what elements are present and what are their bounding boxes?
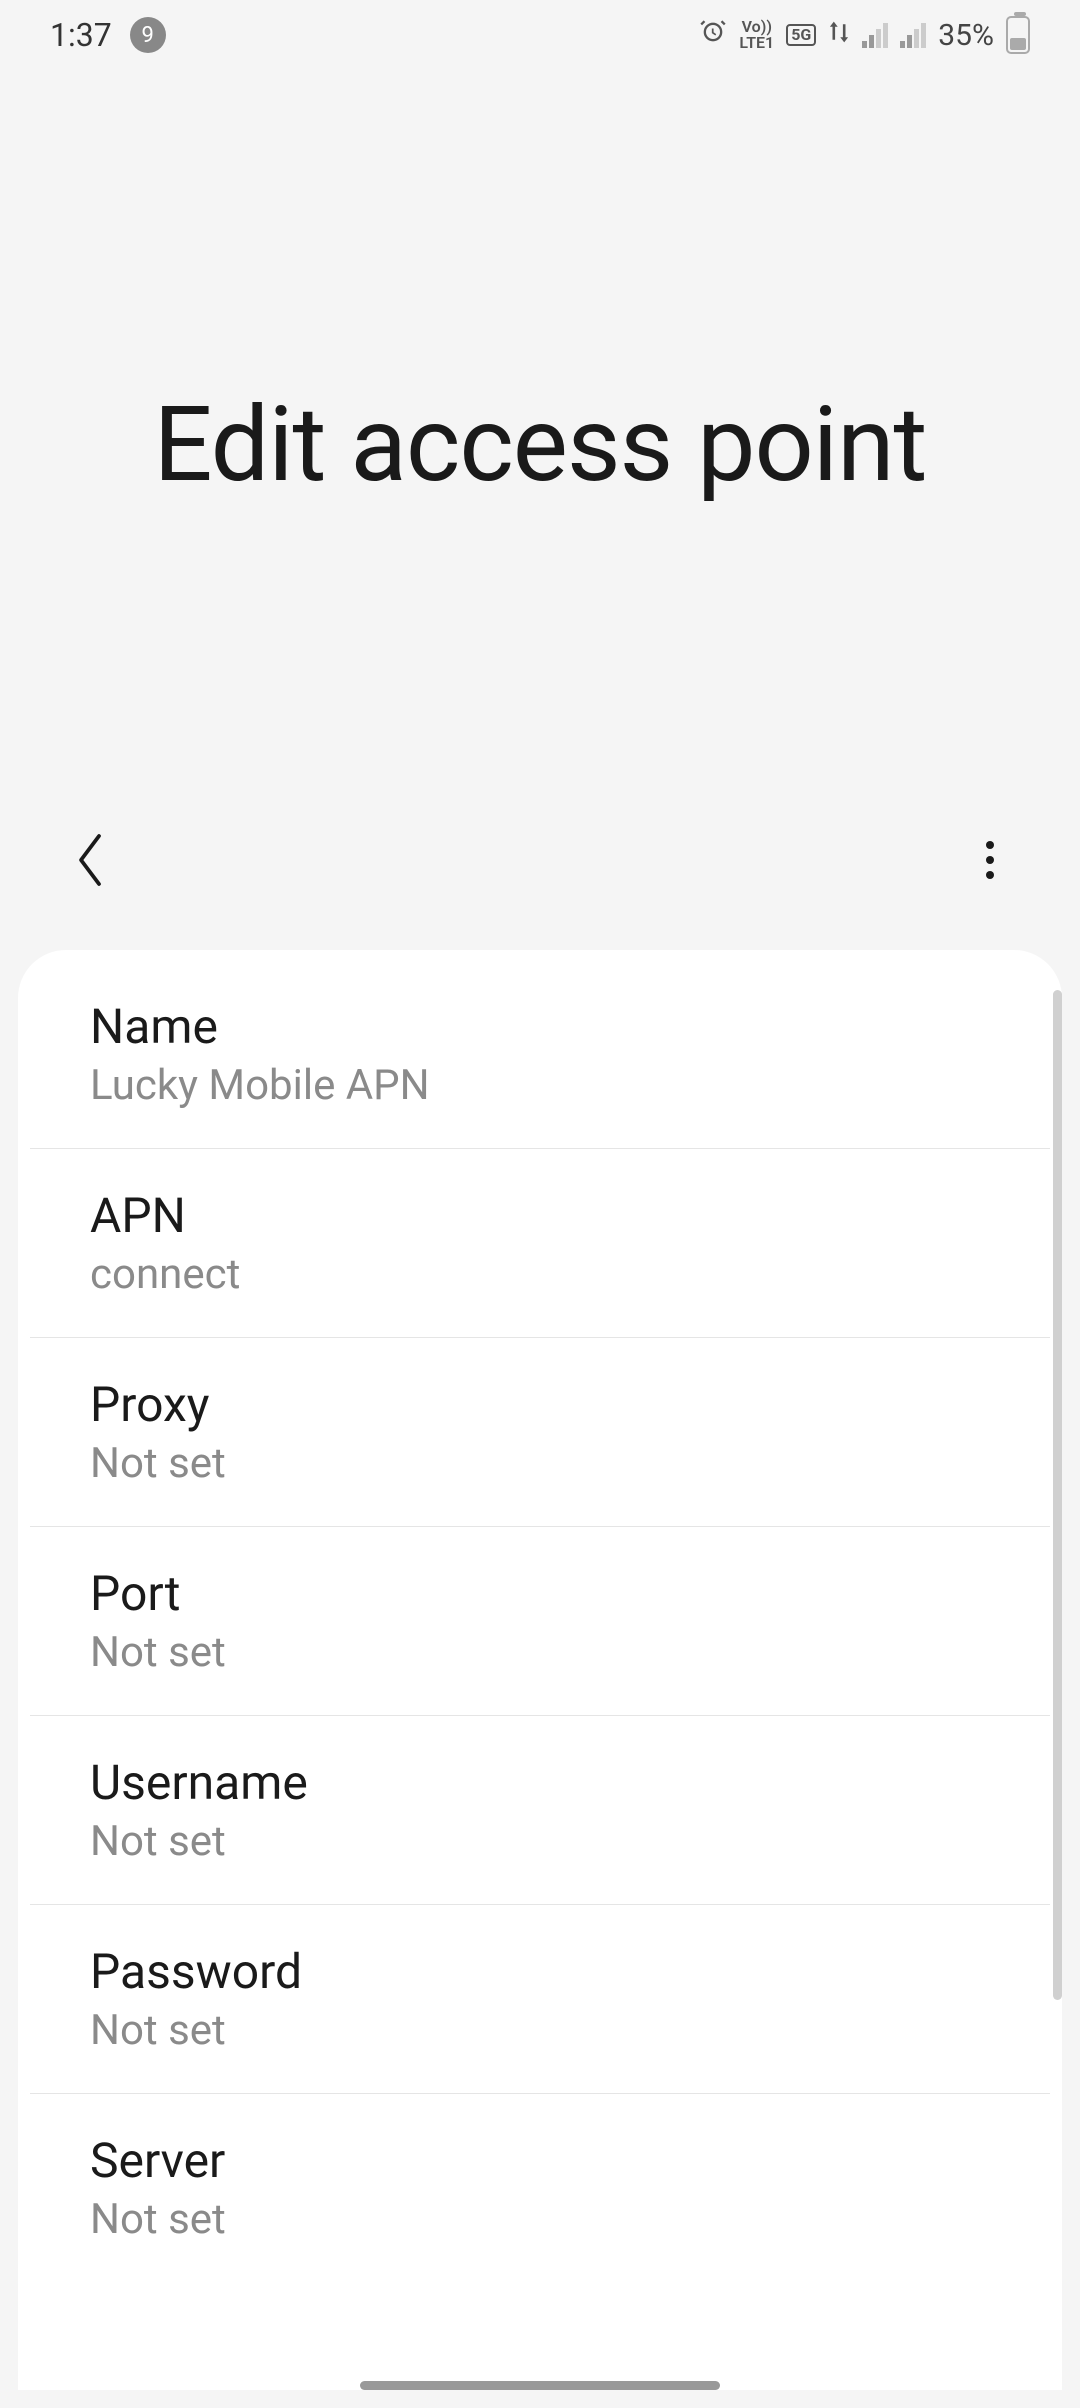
fiveg-icon: 5G (786, 24, 816, 46)
setting-label: APN (90, 1187, 990, 1244)
setting-row-username[interactable]: Username Not set (30, 1716, 1050, 1905)
scrollbar[interactable] (1053, 990, 1062, 2000)
more-vertical-icon (986, 841, 994, 879)
more-options-button[interactable] (960, 830, 1020, 890)
data-arrows-icon (828, 18, 850, 53)
chevron-left-icon (69, 830, 111, 890)
settings-list[interactable]: Name Lucky Mobile APN APN connect Proxy … (18, 950, 1062, 2390)
setting-value: Not set (90, 1439, 990, 1488)
page-title: Edit access point (153, 385, 926, 506)
volte-icon: Vo)) LTE1 (739, 19, 774, 51)
statusbar-right: Vo)) LTE1 5G 35% (699, 16, 1030, 54)
back-button[interactable] (60, 830, 120, 890)
setting-value: Not set (90, 1628, 990, 1677)
nav-gesture-bar[interactable] (360, 2381, 720, 2390)
setting-row-name[interactable]: Name Lucky Mobile APN (30, 960, 1050, 1149)
signal-icon-1 (862, 22, 888, 48)
setting-row-server[interactable]: Server Not set (30, 2094, 1050, 2282)
setting-value: Lucky Mobile APN (90, 1061, 990, 1110)
setting-label: Port (90, 1565, 990, 1622)
alarm-icon (699, 18, 727, 52)
setting-row-port[interactable]: Port Not set (30, 1527, 1050, 1716)
setting-row-password[interactable]: Password Not set (30, 1905, 1050, 2094)
setting-value: connect (90, 1250, 990, 1299)
statusbar-left: 1:37 9 (50, 16, 166, 54)
setting-label: Username (90, 1754, 990, 1811)
battery-percent: 35% (938, 18, 994, 53)
notification-count-badge: 9 (130, 17, 166, 53)
setting-label: Server (90, 2132, 990, 2189)
toolbar (0, 820, 1080, 950)
setting-label: Name (90, 998, 990, 1055)
clock-time: 1:37 (50, 16, 112, 54)
statusbar: 1:37 9 Vo)) LTE1 5G 35% (0, 0, 1080, 70)
setting-label: Proxy (90, 1376, 990, 1433)
setting-label: Password (90, 1943, 990, 2000)
setting-value: Not set (90, 1817, 990, 1866)
signal-icon-2 (900, 22, 926, 48)
setting-value: Not set (90, 2195, 990, 2244)
setting-value: Not set (90, 2006, 990, 2055)
header-area: Edit access point (0, 70, 1080, 820)
setting-row-apn[interactable]: APN connect (30, 1149, 1050, 1338)
battery-icon (1006, 16, 1030, 54)
setting-row-proxy[interactable]: Proxy Not set (30, 1338, 1050, 1527)
